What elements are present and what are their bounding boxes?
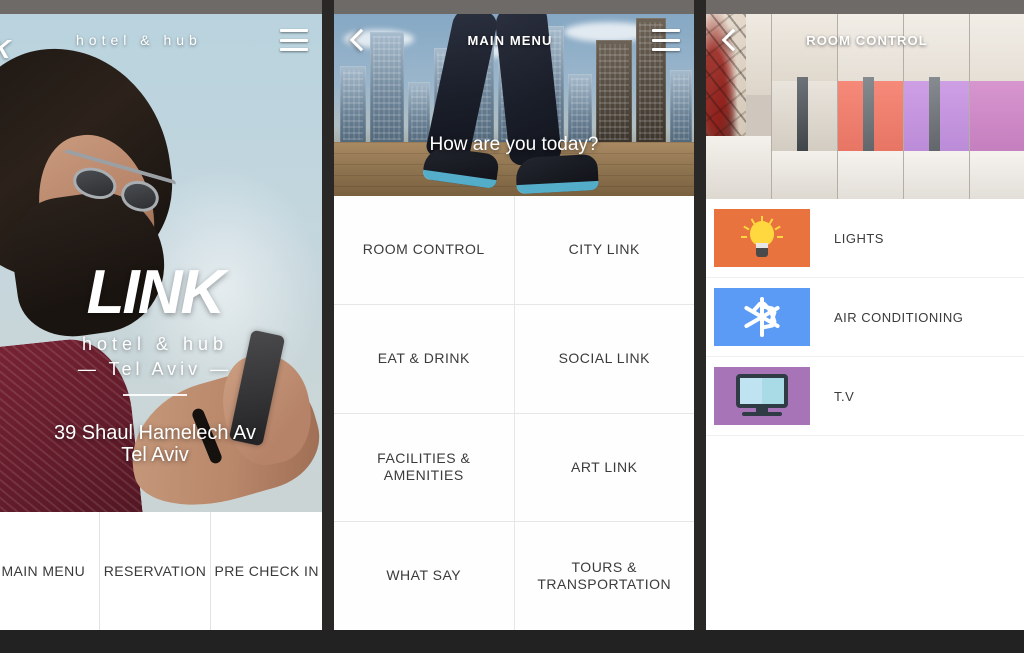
nav-reservation[interactable]: RESERVATION: [100, 512, 212, 630]
snowflake-icon: [740, 295, 784, 339]
air-conditioning-tile: [714, 288, 810, 346]
sneaker-front: [515, 153, 599, 195]
home-topbar: hotel & hub: [0, 14, 322, 66]
brand-logo-text: LINK: [86, 258, 226, 327]
home-bottom-nav: MAIN MENU RESERVATION PRE CHECK IN: [0, 512, 322, 630]
main-menu-grid: ROOM CONTROL CITY LINK EAT & DRINK SOCIA…: [334, 196, 694, 630]
main-menu-topbar: MAIN MENU: [334, 14, 694, 66]
air-conditioning-label: AIR CONDITIONING: [834, 309, 964, 325]
corner-logo: NK: [0, 34, 11, 65]
hotel-address: 39 Shaul Hamelech Av Tel Aviv: [0, 422, 322, 466]
room-control-topbar: ROOM CONTROL: [706, 14, 1024, 66]
menu-tile-social-link[interactable]: SOCIAL LINK: [514, 304, 694, 413]
back-chevron-icon[interactable]: [720, 27, 740, 53]
greeting-caption: How are you today?: [429, 134, 599, 155]
nav-main-menu[interactable]: MAIN MENU: [0, 512, 100, 630]
phone-screen-room-control: ROOM CONTROL LIGHTS AIR CONDITIONING T.V: [706, 14, 1024, 630]
television-icon: [734, 374, 790, 418]
menu-tile-facilities-amenities[interactable]: FACILITIES & AMENITIES: [334, 413, 514, 522]
back-chevron-icon[interactable]: [348, 27, 368, 53]
lights-label: LIGHTS: [834, 230, 884, 246]
menu-tile-art-link[interactable]: ART LINK: [514, 413, 694, 522]
brand-divider: [123, 394, 187, 396]
address-line-1: 39 Shaul Hamelech Av: [54, 422, 256, 444]
room-control-title: ROOM CONTROL: [806, 32, 928, 48]
address-line-2: Tel Aviv: [121, 444, 189, 466]
menu-tile-room-control[interactable]: ROOM CONTROL: [334, 196, 514, 304]
brand-city: — Tel Aviv —: [77, 359, 233, 379]
main-menu-title: MAIN MENU: [467, 32, 553, 48]
menu-tile-what-say[interactable]: WHAT SAY: [334, 522, 514, 630]
menu-tile-tours-transportation[interactable]: TOURS & TRANSPORTATION: [514, 522, 694, 630]
control-row-air-conditioning[interactable]: AIR CONDITIONING: [706, 278, 1024, 357]
brand-lockup: LINK hotel & hub — Tel Aviv —: [0, 262, 322, 396]
panel-gap-left: [322, 0, 334, 653]
control-row-tv[interactable]: T.V: [706, 357, 1024, 436]
brand-tagline: hotel & hub: [81, 334, 229, 354]
lights-tile: [714, 209, 810, 267]
hamburger-icon[interactable]: [280, 29, 308, 51]
phone-screen-main-menu: MAIN MENU How are you today? ROOM CONTRO…: [334, 14, 694, 630]
control-row-lights[interactable]: LIGHTS: [706, 199, 1024, 278]
room-control-list: LIGHTS AIR CONDITIONING T.V: [706, 199, 1024, 630]
panel-gap-right: [694, 0, 706, 653]
phone-screen-home: NK hotel & hub LINK hotel & hub — Tel Av…: [0, 14, 322, 630]
home-brand-label: hotel & hub: [76, 32, 202, 48]
desk-surface: [0, 630, 1024, 653]
lightbulb-icon: [741, 216, 783, 260]
hamburger-icon[interactable]: [652, 29, 680, 51]
menu-tile-eat-and-drink[interactable]: EAT & DRINK: [334, 304, 514, 413]
screenshot-stage: NK hotel & hub LINK hotel & hub — Tel Av…: [0, 0, 1024, 653]
tv-label: T.V: [834, 388, 855, 404]
nav-pre-check-in[interactable]: PRE CHECK IN: [211, 512, 322, 630]
menu-tile-city-link[interactable]: CITY LINK: [514, 196, 694, 304]
tv-tile: [714, 367, 810, 425]
